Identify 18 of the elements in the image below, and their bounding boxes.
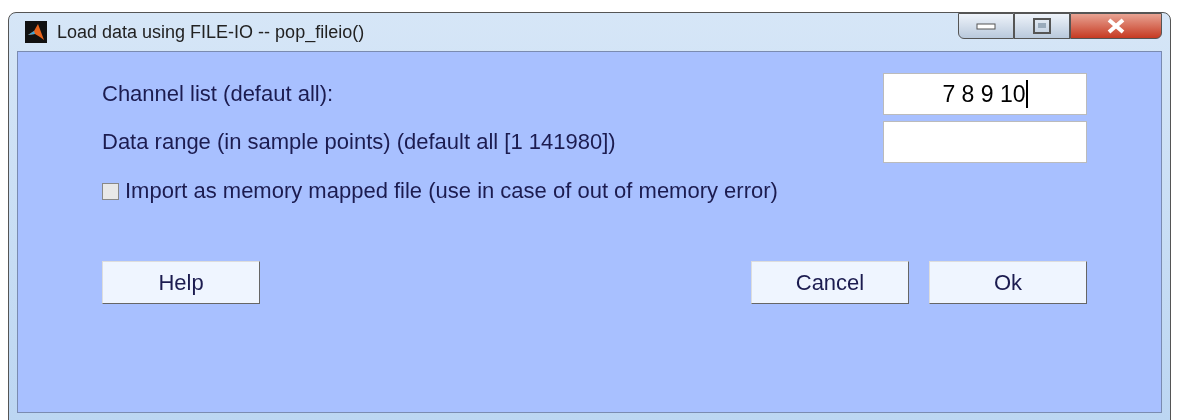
field-label: Channel list (defaut all):: [102, 81, 334, 107]
minimize-button[interactable]: [958, 13, 1014, 39]
help-button[interactable]: Help: [102, 261, 260, 304]
app-icon: [25, 21, 47, 43]
ok-button[interactable]: Ok: [929, 261, 1087, 304]
checkbox[interactable]: [102, 182, 119, 200]
minimize-icon: [976, 21, 996, 31]
field-label: Data range (in sample points) (default all [1 141980]): [102, 129, 616, 155]
input-field[interactable]: [883, 121, 1087, 163]
window-title: Load data using FILE-IO -- pop_fileio(): [57, 21, 365, 43]
checkbox-label: Import as memory mapped file (use in case of out of memory error): [125, 178, 778, 204]
maximize-icon: [1033, 18, 1051, 34]
field-value: 7 8 9 10: [942, 80, 1026, 108]
input-field[interactable]: 7 8 9 10: [883, 73, 1087, 115]
close-button[interactable]: [1070, 13, 1162, 39]
cancel-button[interactable]: Cancel: [751, 261, 909, 304]
close-icon: [1106, 18, 1126, 34]
maximize-button[interactable]: [1014, 13, 1070, 39]
